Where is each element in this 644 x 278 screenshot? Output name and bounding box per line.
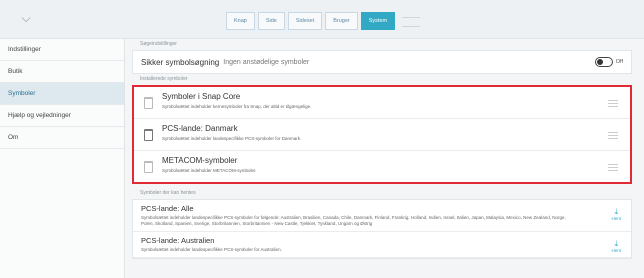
drag-handle-icon[interactable] [608, 132, 618, 139]
safe-search-toggle[interactable] [594, 57, 613, 67]
tab-sideset[interactable]: Sideset [287, 12, 323, 30]
sidebar-item-butik[interactable]: Butik [0, 61, 124, 83]
main-content: Søgeindstillinger Sikker symbolsøgning I… [132, 39, 632, 259]
sidebar: Indstillinger Butik Symboler Hjælp og ve… [0, 39, 125, 278]
list-item: PCS-lande: Alle Symbolsættet indeholder … [133, 200, 631, 232]
installed-symbols-list: Symboler i Snap Core Symbolsættet indeho… [132, 85, 632, 184]
safe-search-title: Sikker symbolsøgning [141, 57, 220, 67]
sidebar-item-indstillinger[interactable]: Indstillinger [0, 39, 124, 61]
available-symbols-list: PCS-lande: Alle Symbolsættet indeholder … [132, 199, 632, 259]
download-label: Hent [611, 216, 621, 221]
top-bar: ⌵ Knap Side Sideset Bruger System [0, 0, 644, 39]
download-button[interactable]: ⤓ Hent [611, 207, 621, 222]
available-symbols-label: Symboler der kan hentes [140, 190, 196, 196]
chevron-double-down-icon[interactable]: ⌵ [18, 10, 34, 26]
list-item[interactable]: Symboler i Snap Core Symbolsættet indeho… [134, 87, 630, 119]
symbol-set-description: Symbolsættet indeholder landespecifikke … [162, 136, 302, 141]
symbol-set-title: Symboler i Snap Core [162, 92, 241, 101]
symbol-set-description: Symbolsættet indeholder METACOM-symboler… [162, 168, 257, 173]
tab-bar: Knap Side Sideset Bruger System [226, 12, 421, 30]
download-icon: ⤓ [614, 207, 619, 216]
drag-handle-icon[interactable] [608, 100, 618, 107]
menu-icon[interactable] [402, 17, 421, 27]
sidebar-item-symboler[interactable]: Symboler [0, 83, 124, 105]
safe-search-subtitle: Ingen anstødelige symboler [223, 58, 310, 66]
trash-icon[interactable] [144, 161, 153, 173]
tab-bruger[interactable]: Bruger [325, 12, 358, 30]
download-icon: ⤓ [614, 239, 619, 248]
symbol-set-title: PCS-lande: Alle [141, 204, 194, 213]
symbol-set-description: Symbolsættet indeholder kernesymboler fr… [162, 104, 312, 109]
symbol-set-title: PCS-lande: Australien [141, 236, 215, 245]
search-settings-label: Søgeindstillinger [140, 41, 177, 47]
download-button[interactable]: ⤓ Hent [611, 239, 621, 254]
list-item[interactable]: METACOM-symboler Symbolsættet indeholder… [134, 151, 630, 182]
tab-knap[interactable]: Knap [226, 12, 255, 30]
sidebar-item-om[interactable]: Om [0, 127, 124, 149]
tab-system[interactable]: System [360, 12, 396, 30]
safe-search-row: Sikker symbolsøgning Ingen anstødelige s… [133, 51, 631, 73]
symbol-set-title: METACOM-symboler [162, 156, 238, 165]
trash-icon[interactable] [144, 97, 153, 109]
list-item[interactable]: PCS-lande: Danmark Symbolsættet indehold… [134, 119, 630, 151]
toggle-state-label: Off [615, 59, 623, 65]
symbol-set-description: Symbolsættet indeholder landespecifikke … [141, 215, 566, 226]
symbol-set-description: Symbolsættet indeholder landespecifikke … [141, 247, 282, 252]
installed-symbols-label: Installerede symboler [140, 76, 188, 82]
search-settings-panel: Sikker symbolsøgning Ingen anstødelige s… [132, 50, 632, 74]
symbol-set-title: PCS-lande: Danmark [162, 124, 238, 133]
trash-icon[interactable] [144, 129, 153, 141]
sidebar-item-hjaelp[interactable]: Hjælp og vejledninger [0, 105, 124, 127]
drag-handle-icon[interactable] [608, 164, 618, 171]
list-item: PCS-lande: Australien Symbolsættet indeh… [133, 232, 631, 258]
download-label: Hent [611, 248, 621, 253]
tab-side[interactable]: Side [257, 12, 285, 30]
